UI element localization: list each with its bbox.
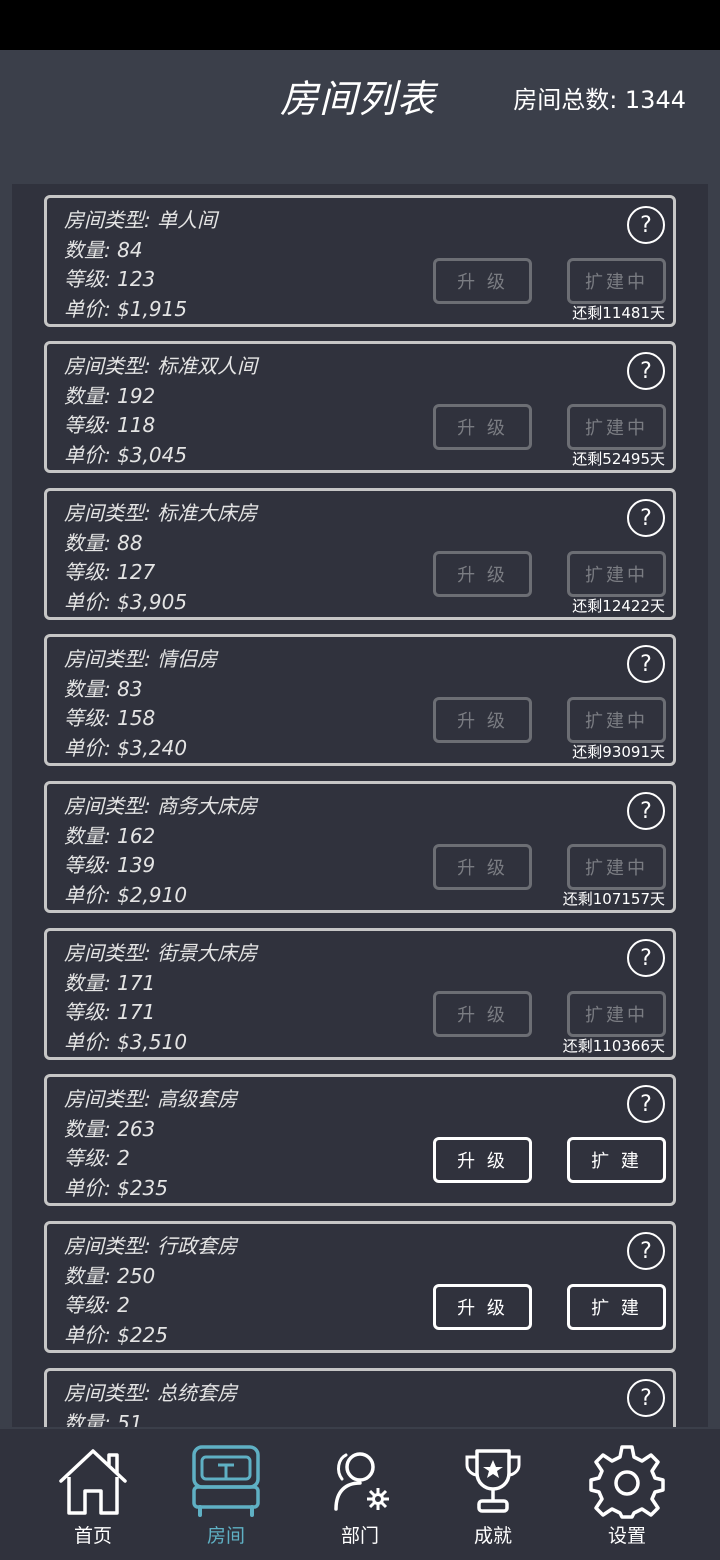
tab-label: 成就: [473, 1525, 512, 1547]
room-card: 房间类型: 标准大床房 数量: 88 等级: 127 单价: $3,905 ? …: [44, 488, 676, 620]
room-type: 房间类型: 单人间: [64, 208, 218, 232]
room-level: 等级: 171: [64, 1000, 156, 1024]
room-count: 数量: 192: [64, 384, 156, 408]
room-count: 数量: 171: [64, 971, 156, 995]
remaining-days: 还剩110366天: [562, 1037, 665, 1055]
room-level: 等级: 118: [64, 413, 156, 437]
help-icon[interactable]: ?: [627, 645, 665, 683]
room-card: 房间类型: 总统套房 数量: 51 ?: [44, 1368, 676, 1427]
remaining-days: 还剩11481天: [572, 304, 665, 322]
upgrade-button[interactable]: 升 级: [433, 1137, 532, 1183]
upgrade-button[interactable]: 升 级: [433, 258, 532, 304]
tab-settings[interactable]: 设置: [572, 1443, 682, 1553]
room-price: 单价: $3,905: [64, 590, 188, 614]
help-icon[interactable]: ?: [627, 1232, 665, 1270]
tab-label: 设置: [607, 1525, 646, 1547]
room-card: 房间类型: 单人间 数量: 84 等级: 123 单价: $1,915 ? 升 …: [44, 195, 676, 327]
room-card: 房间类型: 街景大床房 数量: 171 等级: 171 单价: $3,510 ?…: [44, 928, 676, 1060]
help-icon[interactable]: ?: [627, 1379, 665, 1417]
remaining-days: 还剩107157天: [562, 890, 665, 908]
home-icon: [59, 1449, 127, 1515]
room-level: 等级: 158: [64, 706, 156, 730]
room-level: 等级: 123: [64, 267, 156, 291]
status-bar: [0, 0, 720, 50]
remaining-days: 还剩12422天: [572, 597, 665, 615]
remaining-days: 还剩52495天: [572, 450, 665, 468]
tab-label: 房间: [206, 1525, 245, 1547]
tab-rooms[interactable]: 房间: [171, 1443, 281, 1553]
room-card: 房间类型: 行政套房 数量: 250 等级: 2 单价: $225 ? 升 级 …: [44, 1221, 676, 1353]
expand-button[interactable]: 扩建中: [567, 844, 666, 890]
room-count: 数量: 84: [64, 238, 143, 262]
bed-icon: [192, 1445, 260, 1517]
room-count: 数量: 88: [64, 531, 143, 555]
upgrade-button[interactable]: 升 级: [433, 551, 532, 597]
room-count: 数量: 250: [64, 1264, 156, 1288]
room-price: 单价: $3,045: [64, 443, 188, 467]
room-type: 房间类型: 行政套房: [64, 1234, 238, 1258]
room-type: 房间类型: 高级套房: [64, 1087, 238, 1111]
room-type: 房间类型: 商务大床房: [64, 794, 258, 818]
gear-icon: [589, 1445, 665, 1519]
room-count: 数量: 263: [64, 1117, 156, 1141]
room-price: 单价: $225: [64, 1323, 168, 1347]
room-price: 单价: $1,915: [64, 297, 188, 321]
room-card: 房间类型: 情侣房 数量: 83 等级: 158 单价: $3,240 ? 升 …: [44, 634, 676, 766]
tab-label: 部门: [340, 1525, 379, 1547]
room-count: 数量: 162: [64, 824, 156, 848]
room-card: 房间类型: 高级套房 数量: 263 等级: 2 单价: $235 ? 升 级 …: [44, 1074, 676, 1206]
room-level: 等级: 139: [64, 853, 156, 877]
department-icon: [334, 1452, 389, 1511]
room-count: 数量: 83: [64, 677, 143, 701]
upgrade-button[interactable]: 升 级: [433, 404, 532, 450]
room-card: 房间类型: 商务大床房 数量: 162 等级: 139 单价: $2,910 ?…: [44, 781, 676, 913]
room-price: 单价: $2,910: [64, 883, 188, 907]
room-type: 房间类型: 情侣房: [64, 647, 218, 671]
expand-button[interactable]: 扩建中: [567, 697, 666, 743]
room-price: 单价: $3,510: [64, 1030, 188, 1054]
help-icon[interactable]: ?: [627, 1085, 665, 1123]
help-icon[interactable]: ?: [627, 939, 665, 977]
help-icon[interactable]: ?: [627, 499, 665, 537]
room-level: 等级: 2: [64, 1146, 130, 1170]
room-card: 房间类型: 标准双人间 数量: 192 等级: 118 单价: $3,045 ?…: [44, 341, 676, 473]
help-icon[interactable]: ?: [627, 792, 665, 830]
page-title: 房间列表: [280, 77, 437, 121]
tab-achievements[interactable]: 成就: [438, 1443, 548, 1553]
help-icon[interactable]: ?: [627, 352, 665, 390]
room-type: 房间类型: 标准双人间: [64, 354, 258, 378]
tab-label: 首页: [73, 1525, 112, 1547]
room-list[interactable]: 房间类型: 单人间 数量: 84 等级: 123 单价: $1,915 ? 升 …: [12, 184, 708, 1427]
tab-department[interactable]: 部门: [305, 1443, 415, 1553]
expand-button[interactable]: 扩建中: [567, 551, 666, 597]
trophy-icon: [465, 1449, 521, 1513]
tab-home[interactable]: 首页: [38, 1443, 148, 1553]
help-icon[interactable]: ?: [627, 206, 665, 244]
upgrade-button[interactable]: 升 级: [433, 844, 532, 890]
room-count: 数量: 51: [64, 1411, 143, 1427]
room-type: 房间类型: 街景大床房: [64, 941, 258, 965]
room-total-label: 房间总数: 1344: [513, 86, 686, 114]
room-price: 单价: $3,240: [64, 736, 188, 760]
room-level: 等级: 2: [64, 1293, 130, 1317]
expand-button[interactable]: 扩建中: [567, 258, 666, 304]
remaining-days: 还剩93091天: [572, 743, 665, 761]
upgrade-button[interactable]: 升 级: [433, 1284, 532, 1330]
room-level: 等级: 127: [64, 560, 156, 584]
room-type: 房间类型: 标准大床房: [64, 501, 258, 525]
expand-button[interactable]: 扩建中: [567, 404, 666, 450]
upgrade-button[interactable]: 升 级: [433, 991, 532, 1037]
expand-button[interactable]: 扩建中: [567, 991, 666, 1037]
upgrade-button[interactable]: 升 级: [433, 697, 532, 743]
room-type: 房间类型: 总统套房: [64, 1381, 238, 1405]
expand-button[interactable]: 扩 建: [567, 1284, 666, 1330]
bottom-tab-bar: 首页 房间 部门 成就 设置: [0, 1427, 720, 1560]
room-price: 单价: $235: [64, 1176, 168, 1200]
expand-button[interactable]: 扩 建: [567, 1137, 666, 1183]
